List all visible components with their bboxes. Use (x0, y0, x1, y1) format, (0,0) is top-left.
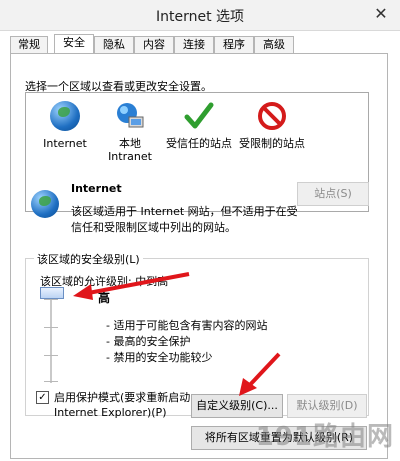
tab-general[interactable]: 常规 (10, 36, 48, 53)
red-arrow-pointing-left-icon (73, 272, 190, 300)
selected-zone-globe-icon (31, 190, 59, 218)
security-tab-panel: 选择一个区域以查看或更改安全设置。 Internet 本地 Intranet 受… (10, 53, 388, 459)
tab-security[interactable]: 安全 (54, 34, 94, 53)
close-icon[interactable]: ✕ (370, 4, 392, 24)
zone-label: 受限制的站点 (239, 137, 305, 150)
intranet-icon (115, 101, 145, 131)
globe-icon (50, 101, 80, 131)
red-arrow-pointing-down-icon (239, 352, 281, 396)
sites-button[interactable]: 站点(S) (297, 182, 369, 206)
tab-programs[interactable]: 程序 (214, 36, 254, 53)
selected-zone-title: Internet (71, 182, 122, 195)
protected-mode-label-line1: 启用保护模式(要求重新启动 (54, 391, 191, 404)
zone-local-intranet[interactable]: 本地 Intranet (100, 101, 160, 163)
zone-label: Internet (43, 137, 87, 150)
protected-mode-label-line2: Internet Explorer)(P) (54, 406, 167, 419)
checkmark-icon (184, 101, 214, 131)
slider-thumb[interactable] (40, 287, 64, 299)
level-bullet: - 最高的安全保护 (106, 335, 191, 348)
tab-privacy[interactable]: 隐私 (94, 36, 134, 53)
protected-mode-checkbox[interactable]: ✓ (36, 391, 49, 404)
zone-restricted-sites[interactable]: 受限制的站点 (236, 101, 308, 150)
tab-advanced[interactable]: 高级 (254, 36, 294, 53)
tab-content[interactable]: 内容 (134, 36, 174, 53)
level-bullet: - 适用于可能包含有害内容的网站 (106, 319, 268, 332)
zone-label: 受信任的站点 (166, 137, 232, 150)
zone-internet[interactable]: Internet (36, 101, 94, 150)
security-level-slider[interactable] (34, 259, 74, 389)
slider-track (50, 291, 52, 383)
tab-connections[interactable]: 连接 (174, 36, 214, 53)
protected-mode-label: 启用保护模式(要求重新启动 Internet Explorer)(P) (54, 390, 190, 420)
selected-zone-description: 该区域适用于 Internet 网站，但不适用于在受信任和受限制区域中列出的网站… (71, 205, 298, 234)
zone-trusted-sites[interactable]: 受信任的站点 (164, 101, 234, 150)
zone-label: 本地 Intranet (108, 137, 152, 163)
watermark-logo: 191路由网 (255, 422, 394, 452)
title-bar: Internet 选项 ✕ (0, 0, 400, 31)
level-bullet: - 禁用的安全功能较少 (106, 351, 213, 364)
no-entry-icon (257, 101, 287, 131)
default-level-button[interactable]: 默认级别(D) (287, 394, 367, 418)
window-title: Internet 选项 (155, 9, 245, 25)
